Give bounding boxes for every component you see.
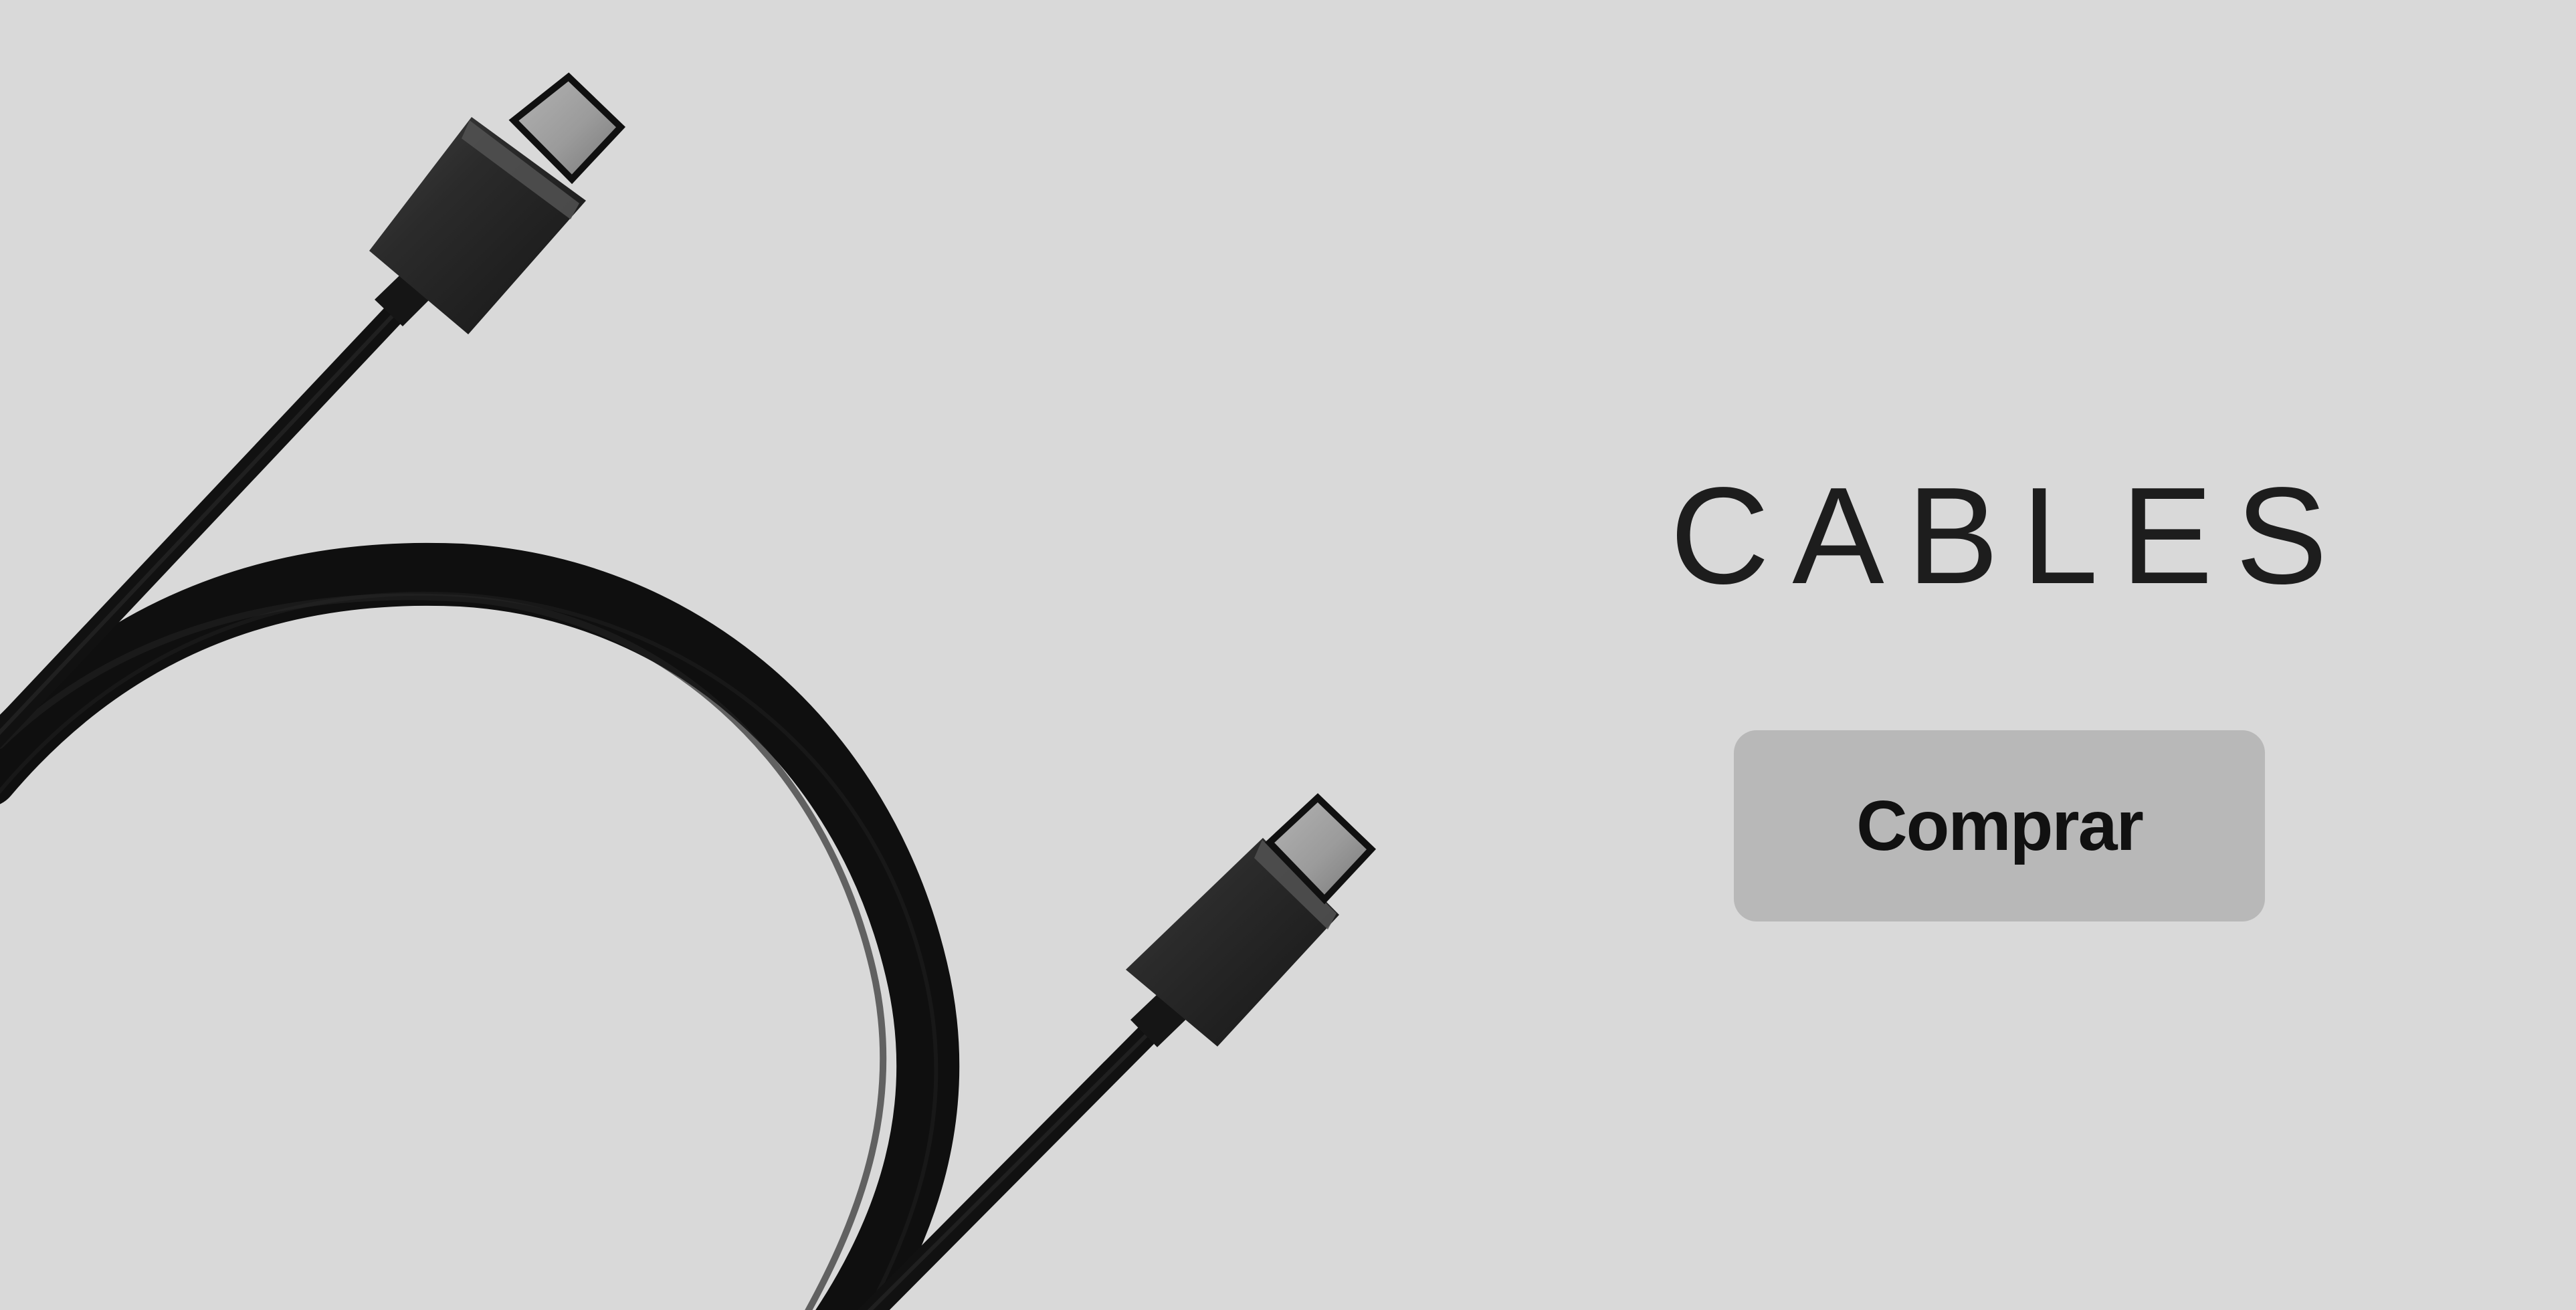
usb-c-cable-icon (0, 72, 1377, 1310)
product-banner: CABLES Comprar (0, 0, 2576, 1310)
buy-button[interactable]: Comprar (1734, 730, 2265, 921)
category-title: CABLES (1670, 459, 2351, 613)
lower-usb-c-connector (1126, 793, 1377, 1047)
cable-loop (0, 542, 960, 1310)
upper-usb-c-connector (369, 72, 626, 334)
cable-upper-tail (0, 293, 415, 748)
